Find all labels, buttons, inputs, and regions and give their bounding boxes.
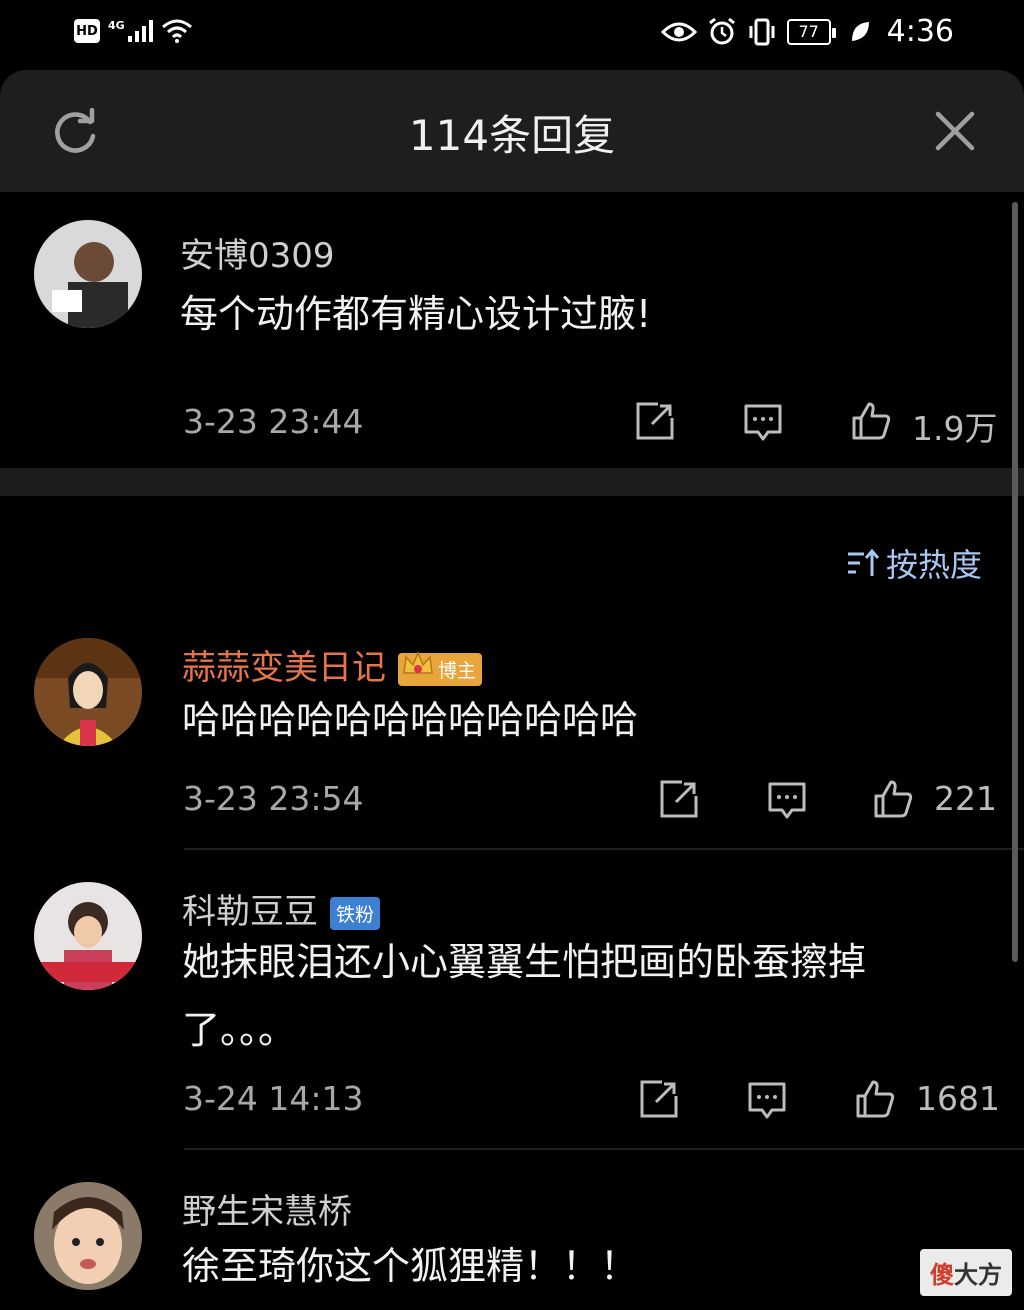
scrollbar[interactable] xyxy=(1012,202,1018,962)
avatar-image xyxy=(34,220,142,328)
fan-badge: 铁粉 xyxy=(330,897,381,930)
blogger-badge: 博主 xyxy=(398,651,483,686)
divider xyxy=(184,848,1024,850)
share-icon[interactable] xyxy=(638,1078,680,1120)
reply-text: 她抹眼泪还小心翼翼生怕把画的卧蚕擦掉 了。。。 xyxy=(182,928,982,1064)
reply-username[interactable]: 野生宋慧桥 xyxy=(182,1184,352,1233)
screen: HD 4G 77 4:36 114条回复 安博0309 每个动作都有精心设计过腋… xyxy=(0,0,1024,1310)
divider xyxy=(184,1148,1024,1150)
reply-icon[interactable] xyxy=(766,780,808,822)
reply-text-line: 了。。。 xyxy=(182,1008,297,1052)
reply-text: 哈哈哈哈哈哈哈哈哈哈哈哈 xyxy=(182,698,639,742)
avatar-image xyxy=(34,638,142,746)
like-count: 1681 xyxy=(916,1079,1000,1118)
like-icon[interactable] xyxy=(872,778,914,820)
comment-text: 每个动作都有精心设计过腋! xyxy=(180,292,652,336)
like-count: 221 xyxy=(934,779,997,818)
reply-time: 3-24 14:13 xyxy=(183,1079,364,1118)
avatar-image xyxy=(34,1182,142,1290)
avatar[interactable] xyxy=(34,882,142,990)
hd-badge: HD xyxy=(74,19,100,43)
top-comment: 安博0309 每个动作都有精心设计过腋! 3-23 23:44 1.9万 xyxy=(0,70,1024,468)
comment-time: 3-23 23:44 xyxy=(183,402,364,441)
status-time: 4:36 xyxy=(886,14,954,49)
watermark-rest: 大方 xyxy=(954,1261,1002,1289)
reply-username[interactable]: 科勒豆豆 铁粉 xyxy=(182,884,381,933)
avatar[interactable] xyxy=(34,1182,142,1290)
reply-time: 3-23 23:54 xyxy=(183,779,364,818)
reply-sheet: 114条回复 安博0309 每个动作都有精心设计过腋! 3-23 23:44 1… xyxy=(0,70,1024,1310)
signal-icon xyxy=(127,20,153,42)
battery-indicator: 77 xyxy=(786,18,836,45)
avatar-image xyxy=(34,882,142,990)
reply-username-text: 蒜蒜变美日记 xyxy=(182,648,386,688)
watermark-first: 傻 xyxy=(930,1261,954,1289)
reply-icon[interactable] xyxy=(742,402,784,444)
status-right: 77 4:36 xyxy=(660,14,954,49)
wifi-icon xyxy=(161,19,192,43)
status-bar: HD 4G 77 4:36 xyxy=(0,0,1024,72)
share-icon[interactable] xyxy=(658,778,700,820)
eye-icon xyxy=(660,22,697,41)
avatar[interactable] xyxy=(34,638,142,746)
status-left: HD 4G xyxy=(74,18,193,44)
alarm-icon xyxy=(708,17,735,44)
comment-username[interactable]: 安博0309 xyxy=(180,228,335,277)
reply-text: 徐至琦你这个狐狸精！！！ xyxy=(182,1244,639,1288)
share-icon[interactable] xyxy=(634,400,676,442)
section-divider xyxy=(0,468,1024,496)
like-count: 1.9万 xyxy=(912,409,998,448)
sort-icon xyxy=(847,548,880,576)
crown-icon xyxy=(403,651,433,674)
reply-icon[interactable] xyxy=(746,1080,788,1122)
like-icon[interactable] xyxy=(854,1078,896,1120)
like-icon[interactable] xyxy=(850,400,892,442)
sort-label: 按热度 xyxy=(885,546,982,584)
reply-text-line: 她抹眼泪还小心翼翼生怕把画的卧蚕擦掉 xyxy=(182,940,867,984)
leaf-icon xyxy=(851,21,869,41)
network-label: 4G xyxy=(108,18,125,32)
watermark: 傻大方 xyxy=(920,1249,1012,1296)
reply-username[interactable]: 蒜蒜变美日记 博主 xyxy=(182,640,483,689)
reply-username-text: 科勒豆豆 xyxy=(182,892,318,932)
vibrate-icon xyxy=(749,18,775,45)
sort-button[interactable]: 按热度 xyxy=(846,540,982,586)
blogger-badge-label: 博主 xyxy=(438,660,477,682)
avatar[interactable] xyxy=(34,220,142,328)
